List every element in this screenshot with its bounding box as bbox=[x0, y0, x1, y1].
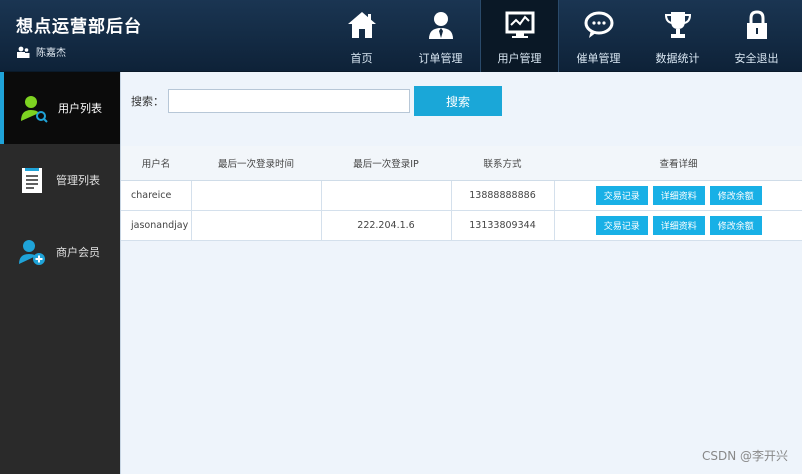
user-table: 用户名 最后一次登录时间 最后一次登录IP 联系方式 查看详细 chareice… bbox=[121, 146, 802, 241]
table-row: chareice 13888888886 交易记录 详细资料 修改余额 bbox=[121, 180, 802, 211]
user-name: 陈嘉杰 bbox=[36, 48, 66, 59]
cell-last-login-time bbox=[191, 180, 322, 211]
cell-actions: 交易记录 详细资料 修改余额 bbox=[554, 210, 802, 241]
nav-logout[interactable]: 安全退出 bbox=[717, 0, 796, 72]
nav-label: 首页 bbox=[350, 52, 373, 65]
nav-statistics[interactable]: 数据统计 bbox=[638, 0, 717, 72]
nav-orders[interactable]: 订单管理 bbox=[401, 0, 480, 72]
top-header: 想点运营部后台 陈嘉杰 首页 订单管理 用户管理 催单管理 数据统计 安全退出 bbox=[0, 0, 802, 72]
search-bar: 搜索： 搜索 bbox=[131, 86, 502, 116]
home-icon bbox=[345, 8, 379, 42]
edit-balance-button[interactable]: 修改余额 bbox=[709, 185, 762, 205]
person-tie-icon bbox=[424, 8, 458, 42]
column-header-contact[interactable]: 联系方式 bbox=[451, 146, 554, 181]
table-header-row: 用户名 最后一次登录时间 最后一次登录IP 联系方式 查看详细 bbox=[121, 146, 802, 181]
user-group-icon bbox=[17, 46, 30, 58]
cell-contact: 13133809344 bbox=[451, 210, 555, 241]
cell-actions: 交易记录 详细资料 修改余额 bbox=[554, 180, 802, 211]
sidebar-item-merchant-members[interactable]: 商户会员 bbox=[0, 216, 120, 288]
cell-last-login-ip bbox=[321, 180, 452, 211]
edit-balance-button[interactable]: 修改余额 bbox=[709, 215, 762, 235]
cell-last-login-time bbox=[191, 210, 322, 241]
column-header-last-login-ip[interactable]: 最后一次登录IP bbox=[321, 146, 451, 181]
column-header-username[interactable]: 用户名 bbox=[121, 146, 191, 181]
nav-reminders[interactable]: 催单管理 bbox=[559, 0, 638, 72]
column-header-details: 查看详细 bbox=[554, 146, 802, 181]
app-title: 想点运营部后台 bbox=[16, 17, 142, 37]
user-search-icon bbox=[18, 92, 50, 124]
transaction-history-button[interactable]: 交易记录 bbox=[595, 215, 648, 235]
sidebar-item-admin-list[interactable]: 管理列表 bbox=[0, 144, 120, 216]
lock-icon bbox=[740, 8, 774, 42]
nav-label: 安全退出 bbox=[734, 52, 779, 65]
cell-username: jasonandjay bbox=[121, 210, 192, 241]
main-content: 搜索： 搜索 用户名 最后一次登录时间 最后一次登录IP 联系方式 查看详细 c… bbox=[120, 72, 802, 474]
sidebar-item-label: 用户列表 bbox=[58, 102, 102, 115]
user-add-icon bbox=[16, 236, 48, 268]
main-nav: 首页 订单管理 用户管理 催单管理 数据统计 安全退出 bbox=[322, 0, 796, 72]
details-button[interactable]: 详细资料 bbox=[652, 185, 705, 205]
cell-contact: 13888888886 bbox=[451, 180, 555, 211]
current-user: 陈嘉杰 bbox=[16, 44, 142, 59]
cell-last-login-ip: 222.204.1.6 bbox=[321, 210, 452, 241]
nav-users[interactable]: 用户管理 bbox=[480, 0, 559, 72]
table-row: jasonandjay 222.204.1.6 13133809344 交易记录… bbox=[121, 210, 802, 241]
nav-label: 数据统计 bbox=[655, 52, 700, 65]
nav-label: 用户管理 bbox=[497, 52, 542, 65]
nav-home[interactable]: 首页 bbox=[322, 0, 401, 72]
column-header-last-login-time[interactable]: 最后一次登录时间 bbox=[191, 146, 321, 181]
monitor-chart-icon bbox=[503, 8, 537, 42]
search-input[interactable] bbox=[168, 89, 410, 113]
sidebar-item-user-list[interactable]: 用户列表 bbox=[0, 72, 120, 144]
sidebar: 用户列表 管理列表 商户会员 bbox=[0, 72, 120, 474]
brand: 想点运营部后台 陈嘉杰 bbox=[16, 12, 142, 59]
transaction-history-button[interactable]: 交易记录 bbox=[595, 185, 648, 205]
watermark: CSDN @李开兴 bbox=[701, 449, 788, 463]
nav-label: 催单管理 bbox=[576, 52, 621, 65]
sidebar-item-label: 商户会员 bbox=[56, 246, 100, 259]
trophy-icon bbox=[661, 8, 695, 42]
sidebar-item-label: 管理列表 bbox=[56, 174, 100, 187]
cell-username: chareice bbox=[121, 180, 192, 211]
search-label: 搜索： bbox=[131, 95, 164, 108]
chat-bubble-icon bbox=[582, 8, 616, 42]
document-icon bbox=[16, 164, 48, 196]
search-button[interactable]: 搜索 bbox=[414, 86, 502, 116]
nav-label: 订单管理 bbox=[418, 52, 463, 65]
details-button[interactable]: 详细资料 bbox=[652, 215, 705, 235]
